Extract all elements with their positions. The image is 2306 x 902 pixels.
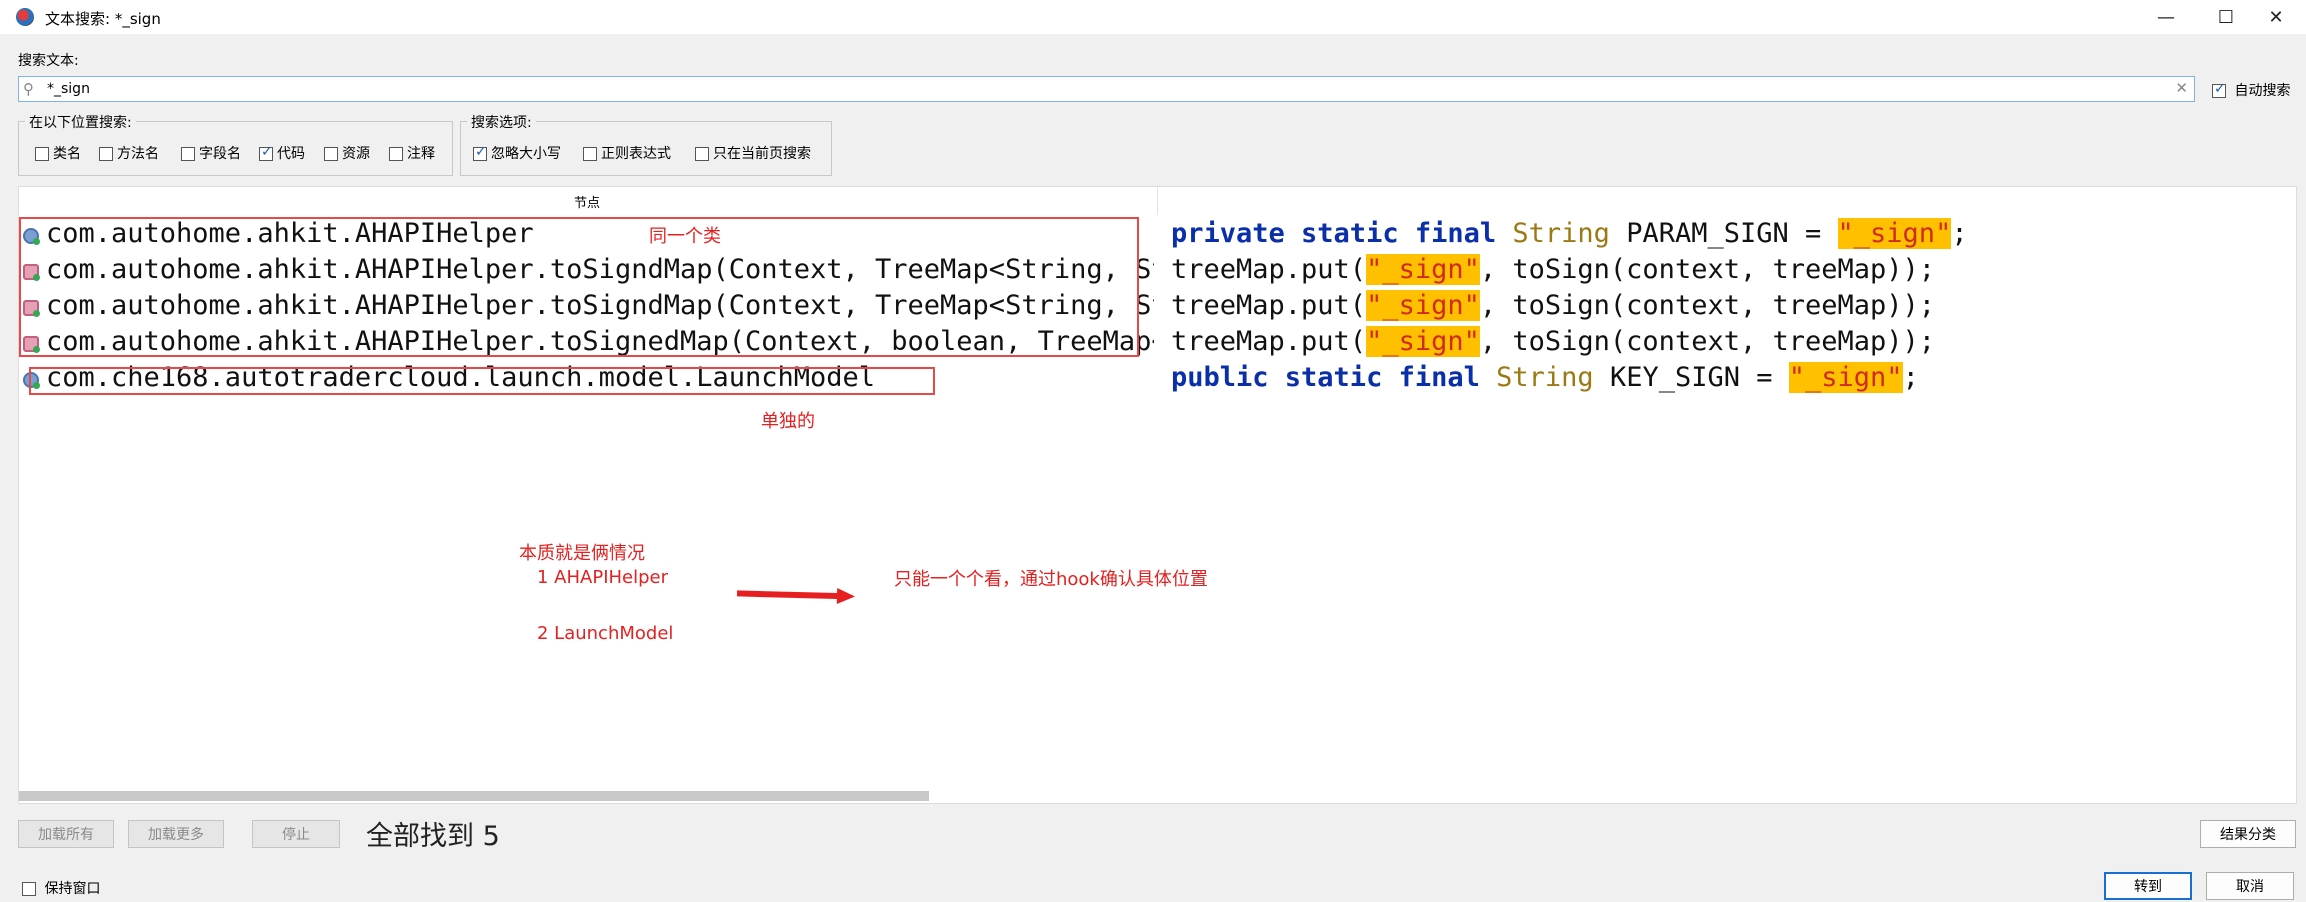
annotation-single: 单独的 (761, 411, 815, 432)
option-resource[interactable]: 资源 (324, 143, 370, 163)
auto-search-check-icon (2212, 81, 2226, 98)
search-label: 搜索文本: (18, 53, 79, 69)
code-token: , toSign(context, treeMap)); (1479, 290, 1936, 321)
code-token: ; (1951, 218, 1968, 249)
minimize-icon: — (2157, 6, 2175, 28)
code-token: , toSign(context, treeMap)); (1479, 254, 1936, 285)
search-in-title: 在以下位置搜索: (25, 112, 136, 132)
code-token: "_sign" (1837, 218, 1952, 249)
code-token: private static final (1171, 218, 1497, 249)
code-token: "_sign" (1366, 254, 1480, 285)
same-class-highlight-box (19, 217, 1139, 357)
code-token: "_sign" (1366, 326, 1480, 357)
code-token: treeMap.put( (1171, 326, 1367, 357)
code-token: "_sign" (1366, 290, 1480, 321)
keep-window-checkbox[interactable]: 保持窗口 (22, 878, 100, 898)
code-token: ; (1902, 362, 1919, 393)
title-bar: 文本搜索: *_sign (0, 0, 2306, 34)
code-token: public static final (1171, 362, 1480, 393)
search-in-group: 在以下位置搜索: 类名 方法名 字段名 代码 资源 注释 (18, 112, 453, 176)
minimize-button[interactable]: — (2136, 0, 2196, 34)
close-icon: ✕ (2268, 6, 2284, 28)
column-divider[interactable] (1157, 187, 1158, 215)
results-table[interactable]: 节点 com.autohome.ahkit.AHAPIHelper privat… (18, 186, 2297, 804)
search-options-group: 搜索选项: 忽略大小写 正则表达式 只在当前页搜索 (460, 112, 832, 176)
load-more-button[interactable]: 加载更多 (128, 820, 224, 848)
annotation-case2: 2 LaunchModel (537, 623, 674, 644)
row-code: treeMap.put("_sign", toSign(context, tre… (1171, 254, 1935, 285)
search-icon: ⚲ (23, 80, 34, 98)
search-options-title: 搜索选项: (467, 112, 536, 132)
auto-search-label: 自动搜索 (2234, 83, 2291, 99)
maximize-icon: ☐ (2217, 6, 2235, 28)
annotation-case1: 1 AHAPIHelper (537, 567, 669, 588)
option-class-name[interactable]: 类名 (35, 143, 81, 163)
row-code: treeMap.put("_sign", toSign(context, tre… (1171, 326, 1935, 357)
window-title: 文本搜索: *_sign (45, 10, 161, 28)
load-all-button[interactable]: 加载所有 (18, 820, 114, 848)
code-token: "_sign" (1788, 362, 1903, 393)
close-button[interactable]: ✕ (2246, 0, 2306, 34)
column-header-node: 节点 (574, 196, 601, 211)
code-token: treeMap.put( (1171, 254, 1367, 285)
code-token: KEY_SIGN = (1609, 362, 1773, 393)
search-box[interactable]: ⚲ ✕ (18, 76, 2195, 102)
keep-window-check-icon (22, 882, 36, 896)
option-ignore-case[interactable]: 忽略大小写 (473, 143, 561, 163)
search-input[interactable] (47, 77, 2147, 101)
stop-button[interactable]: 停止 (252, 820, 340, 848)
option-field-name[interactable]: 字段名 (181, 143, 241, 163)
auto-search-checkbox[interactable]: 自动搜索 (2212, 80, 2290, 100)
clear-icon[interactable]: ✕ (2175, 79, 2188, 97)
code-token: PARAM_SIGN = (1626, 218, 1822, 249)
arrow-right-icon (737, 588, 855, 605)
code-token: , toSign(context, treeMap)); (1479, 326, 1936, 357)
code-token: String (1512, 218, 1610, 249)
option-code[interactable]: 代码 (259, 143, 305, 163)
option-method-name[interactable]: 方法名 (99, 143, 159, 163)
single-highlight-box (29, 367, 935, 395)
found-count: 全部找到 5 (366, 821, 500, 852)
annotation-essence: 本质就是俩情况 (519, 543, 645, 564)
row-code: treeMap.put("_sign", toSign(context, tre… (1171, 290, 1935, 321)
horizontal-scrollbar[interactable] (19, 791, 929, 801)
cancel-button[interactable]: 取消 (2206, 872, 2294, 900)
goto-button[interactable]: 转到 (2104, 872, 2192, 900)
option-comment[interactable]: 注释 (389, 143, 435, 163)
option-current-page[interactable]: 只在当前页搜索 (695, 143, 811, 163)
annotation-hook-note: 只能一个个看，通过hook确认具体位置 (894, 569, 1208, 590)
code-token: treeMap.put( (1171, 290, 1367, 321)
row-code: private static final String PARAM_SIGN =… (1171, 218, 1968, 249)
option-regex[interactable]: 正则表达式 (583, 143, 671, 163)
row-code: public static final String KEY_SIGN = "_… (1171, 362, 1919, 393)
code-token: String (1496, 362, 1594, 393)
group-results-button[interactable]: 结果分类 (2200, 820, 2296, 848)
app-icon (16, 8, 34, 26)
keep-window-label: 保持窗口 (44, 881, 101, 897)
annotation-same-class: 同一个类 (649, 226, 721, 247)
